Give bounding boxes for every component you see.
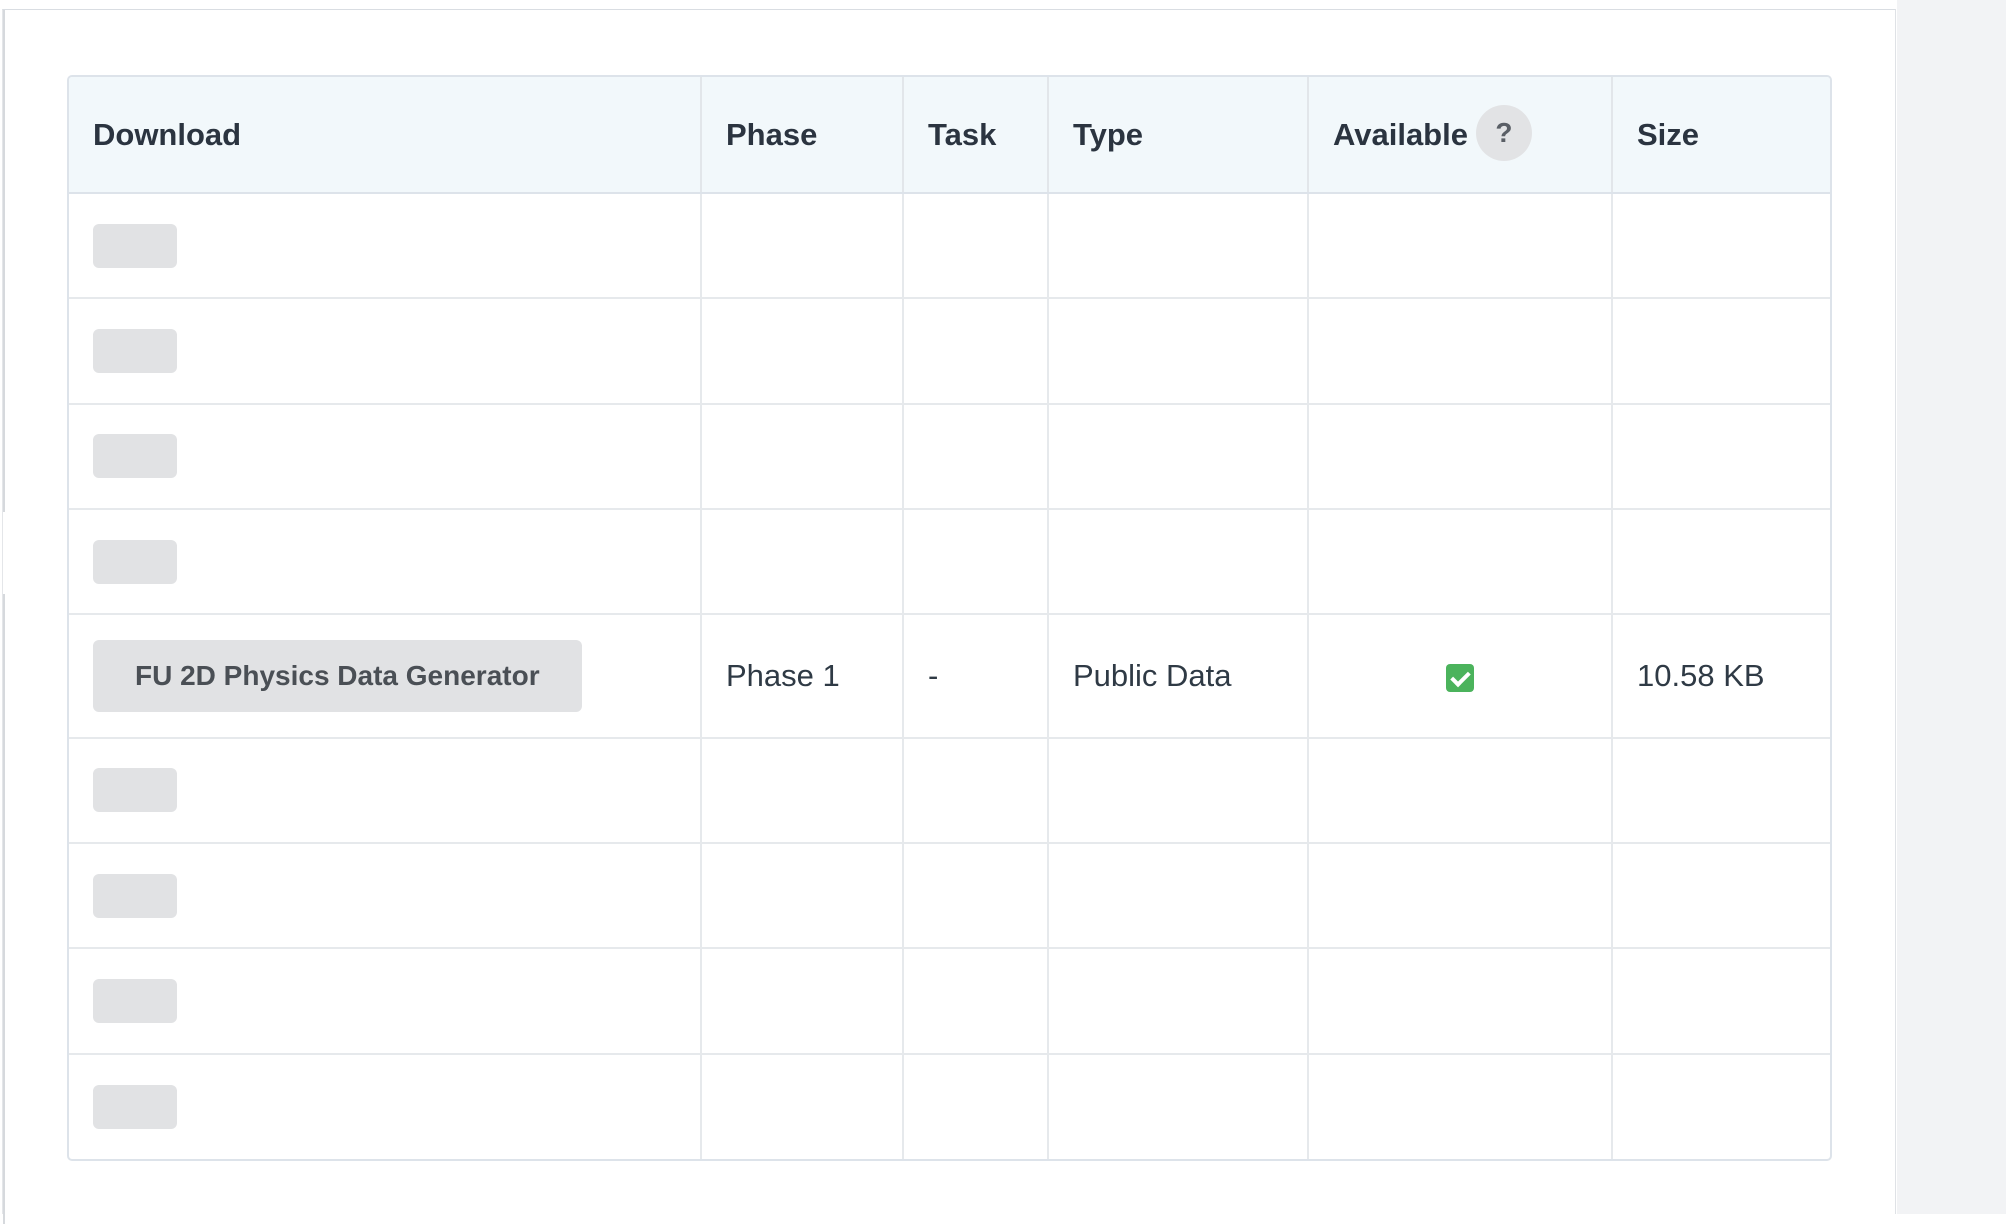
table-row [69, 298, 1830, 405]
download-button-placeholder[interactable] [93, 223, 177, 268]
files-table-container: Download Phase Task Type Available? Size [67, 75, 1832, 1161]
cell-type: Public Data [1048, 614, 1309, 739]
download-button-placeholder[interactable] [93, 434, 177, 479]
header-available-label: Available [1333, 116, 1468, 152]
download-fu-2d-physics-button[interactable]: FU 2D Physics Data Generator [93, 639, 582, 712]
cell-available [1308, 614, 1613, 739]
download-button-placeholder[interactable] [93, 873, 177, 918]
table-row-fu-2d-physics: FU 2D Physics Data Generator Phase 1 - P… [69, 614, 1830, 739]
table-row [69, 842, 1830, 950]
download-button-placeholder[interactable] [93, 539, 177, 584]
question-circle-icon[interactable]: ? [1475, 104, 1532, 161]
table-row [69, 193, 1830, 300]
header-size: Size [1612, 77, 1830, 194]
table-row [69, 737, 1830, 844]
table-header-row: Download Phase Task Type Available? Size [69, 77, 1830, 194]
cell-size: 10.58 KB [1612, 614, 1830, 739]
cell-phase: Phase 1 [701, 614, 904, 739]
table-row [69, 948, 1830, 1055]
cell-task: - [903, 614, 1049, 739]
files-table: Download Phase Task Type Available? Size [69, 77, 1830, 1159]
table-row [69, 1053, 1830, 1159]
header-task: Task [903, 77, 1049, 194]
header-type: Type [1048, 77, 1309, 194]
download-button-placeholder[interactable] [93, 1084, 177, 1129]
panel-edge-lower [3, 594, 5, 1224]
right-gutter [1897, 0, 2006, 1214]
download-button-placeholder[interactable] [93, 328, 177, 373]
header-phase: Phase [701, 77, 904, 194]
header-download: Download [69, 77, 702, 194]
download-button-placeholder[interactable] [93, 978, 177, 1023]
download-button-placeholder[interactable] [93, 768, 177, 813]
panel-edge-upper [3, 10, 5, 512]
table-row [69, 403, 1830, 510]
header-available: Available? [1308, 77, 1613, 194]
checkbox-checked-icon [1446, 663, 1474, 692]
table-row [69, 508, 1830, 616]
